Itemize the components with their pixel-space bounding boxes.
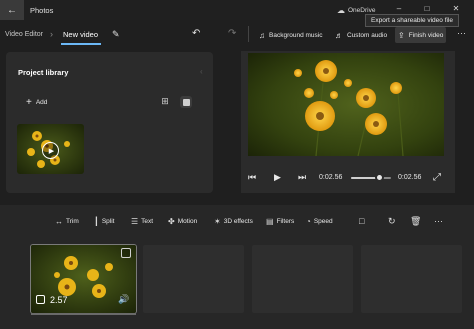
motion-button[interactable]: ✤ Motion bbox=[168, 217, 197, 226]
plus-icon: + bbox=[26, 97, 32, 108]
clip-volume-icon[interactable]: 🔊 bbox=[118, 294, 129, 305]
empty-clip-slot bbox=[252, 245, 353, 313]
cloud-icon: ☁ bbox=[337, 6, 345, 15]
filters-label: Filters bbox=[276, 218, 295, 225]
custom-audio-icon: ♬ bbox=[335, 30, 343, 40]
collapse-library-button[interactable]: ‹ bbox=[200, 67, 203, 76]
resize-icon[interactable]: □ bbox=[359, 216, 364, 226]
speed-label: Speed bbox=[313, 218, 333, 225]
text-button[interactable]: ☰ Text bbox=[131, 217, 153, 226]
project-name[interactable]: New video bbox=[63, 30, 98, 39]
add-label: Add bbox=[35, 99, 48, 106]
breadcrumb-separator: › bbox=[50, 29, 53, 39]
flower-image bbox=[248, 53, 444, 156]
custom-audio-label: Custom audio bbox=[347, 31, 388, 39]
delete-icon[interactable]: 🗑 bbox=[410, 216, 421, 227]
clip-select-checkbox[interactable] bbox=[121, 248, 131, 258]
trim-button[interactable]: ↔ Trim bbox=[55, 217, 79, 226]
seek-thumb[interactable] bbox=[374, 173, 384, 182]
project-name-underline bbox=[61, 43, 101, 45]
text-icon: ☰ bbox=[131, 217, 139, 226]
minimize-button[interactable]: – bbox=[388, 2, 410, 14]
finish-video-button[interactable]: ⇪ Finish video bbox=[395, 27, 447, 43]
close-button[interactable]: ✕ bbox=[445, 2, 467, 14]
3d-effects-button[interactable]: ✶ 3D effects bbox=[214, 217, 253, 226]
speed-button[interactable]: ◔ Speed bbox=[306, 217, 333, 226]
back-button[interactable]: ← bbox=[0, 0, 24, 20]
split-label: Split bbox=[101, 218, 115, 225]
split-button[interactable]: ┃ Split bbox=[94, 217, 114, 226]
3d-effects-icon: ✶ bbox=[214, 217, 221, 226]
project-library-title: Project library bbox=[18, 68, 69, 77]
clip-duration: 2.57 bbox=[50, 295, 68, 305]
motion-icon: ✤ bbox=[168, 217, 175, 226]
background-music-label: Background music bbox=[269, 31, 323, 39]
grid-view-icon[interactable]: ⊞ bbox=[160, 96, 170, 106]
rename-pencil-icon[interactable]: ✎ bbox=[112, 29, 120, 40]
total-time: 0:02.56 bbox=[398, 174, 422, 181]
large-view-icon[interactable] bbox=[180, 96, 192, 108]
storyboard-more-button[interactable]: ··· bbox=[434, 216, 443, 226]
add-media-button[interactable]: + Add bbox=[26, 97, 47, 108]
play-icon[interactable]: ▶ bbox=[274, 172, 281, 183]
video-preview[interactable] bbox=[248, 53, 444, 156]
split-icon: ┃ bbox=[94, 217, 99, 226]
app-title: Photos bbox=[30, 6, 54, 15]
export-icon: ⇪ bbox=[398, 30, 405, 40]
background-music-button[interactable]: ♫ Background music bbox=[256, 27, 325, 43]
breadcrumb-video-editor[interactable]: Video Editor bbox=[5, 31, 43, 38]
finish-video-label: Finish video bbox=[408, 31, 444, 39]
motion-label: Motion bbox=[177, 218, 198, 225]
back-arrow-icon: ← bbox=[7, 4, 17, 16]
current-time: 0:02.56 bbox=[319, 174, 343, 181]
3d-effects-label: 3D effects bbox=[223, 218, 253, 225]
maximize-button[interactable]: □ bbox=[416, 2, 438, 14]
rotate-icon[interactable]: ↻ bbox=[388, 216, 396, 227]
undo-icon[interactable]: ↶ bbox=[192, 28, 200, 39]
play-circle-icon[interactable]: ▶ bbox=[42, 142, 59, 159]
duration-icon bbox=[36, 295, 45, 304]
fullscreen-icon[interactable]: ⤢ bbox=[433, 172, 441, 183]
skip-forward-icon[interactable]: ⏭ bbox=[298, 172, 306, 183]
trim-icon: ↔ bbox=[55, 217, 63, 226]
filters-icon: ▤ bbox=[266, 217, 274, 226]
toolbar-divider bbox=[248, 26, 249, 42]
empty-clip-slot bbox=[143, 245, 244, 313]
empty-clip-slot bbox=[361, 245, 462, 313]
finish-video-tooltip: Export a shareable video file bbox=[365, 14, 460, 27]
music-note-icon: ♫ bbox=[259, 30, 265, 40]
filters-button[interactable]: ▤ Filters bbox=[266, 217, 294, 226]
skip-back-icon[interactable]: ⏮ bbox=[248, 172, 256, 183]
toolbar-more-button[interactable]: ··· bbox=[457, 28, 466, 38]
redo-icon[interactable]: ↷ bbox=[228, 28, 236, 39]
onedrive-label: OneDrive bbox=[348, 7, 376, 14]
clip-progress-bar bbox=[31, 313, 136, 315]
text-label: Text bbox=[141, 218, 154, 225]
speed-icon: ◔ bbox=[306, 217, 311, 226]
custom-audio-button[interactable]: ♬ Custom audio bbox=[332, 27, 390, 43]
trim-label: Trim bbox=[66, 218, 79, 225]
